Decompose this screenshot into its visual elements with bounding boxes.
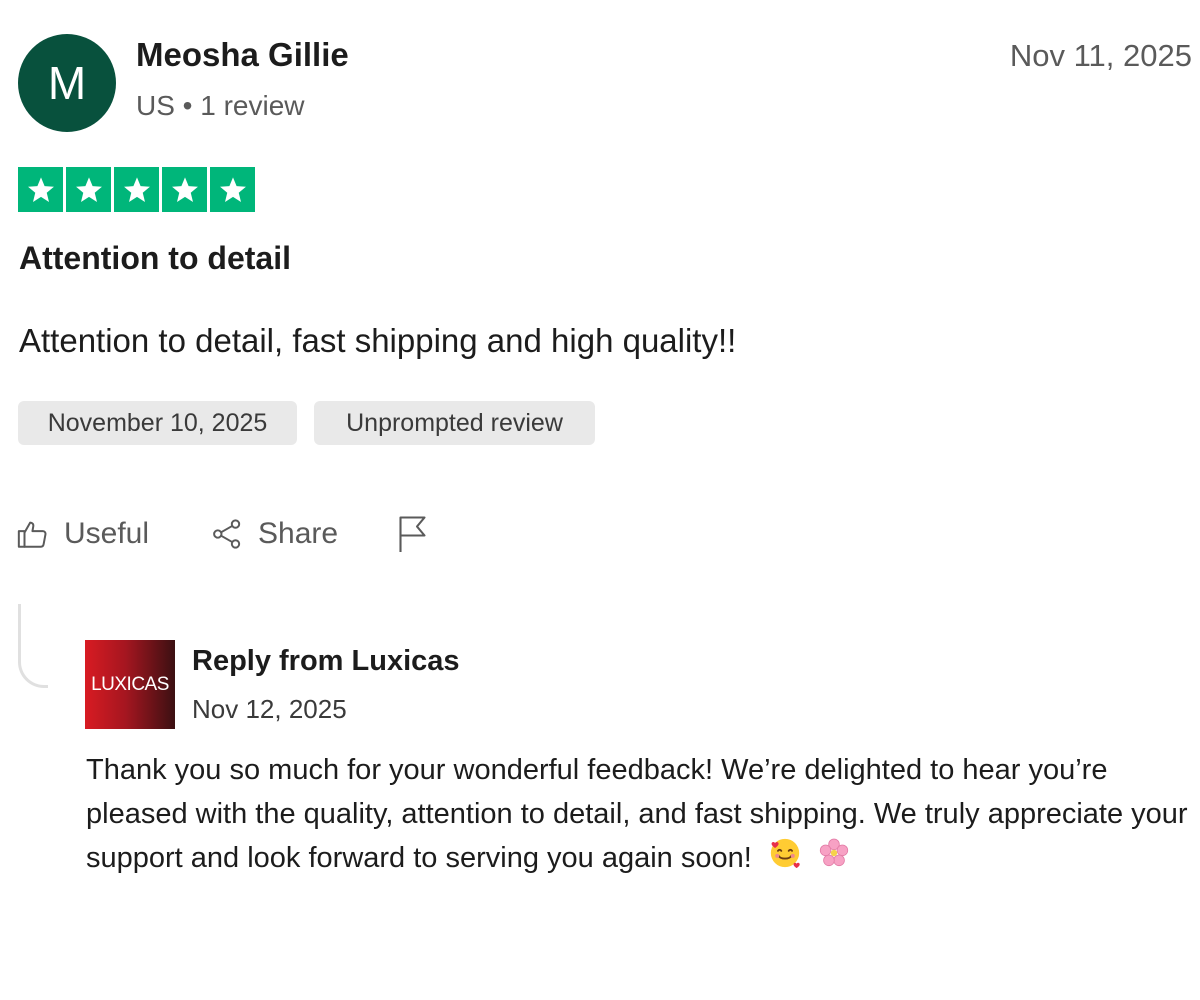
- cherry-blossom-icon: [818, 837, 850, 882]
- company-logo: LUXICAS: [85, 640, 175, 729]
- reviewer-name[interactable]: Meosha Gillie: [136, 36, 349, 74]
- share-button[interactable]: Share: [210, 512, 338, 556]
- reply-date: Nov 12, 2025: [192, 694, 347, 724]
- star-rating: [18, 167, 255, 212]
- review-card: M Meosha Gillie US • 1 review Nov 11, 20…: [0, 0, 1200, 1000]
- star-icon: [210, 167, 255, 212]
- star-icon: [114, 167, 159, 212]
- star-icon: [162, 167, 207, 212]
- flag-icon: [396, 514, 432, 554]
- company-logo-text: LUXICAS: [91, 673, 169, 695]
- avatar-initial: M: [47, 57, 87, 109]
- review-date: Nov 11, 2025: [1009, 38, 1192, 73]
- review-body: Attention to detail, fast shipping and h…: [19, 322, 737, 359]
- reply-body: Thank you so much for your wonderful fee…: [86, 748, 1196, 883]
- share-icon: [210, 517, 244, 551]
- reply-connector-line: [18, 604, 48, 688]
- star-icon: [18, 167, 63, 212]
- reply-text: Thank you so much for your wonderful fee…: [86, 754, 1188, 875]
- review-type-badge[interactable]: Unprompted review: [314, 401, 595, 445]
- smiling-face-with-hearts-icon: [768, 836, 802, 883]
- reply-title: Reply from Luxicas: [192, 645, 460, 677]
- useful-label: Useful: [64, 517, 150, 550]
- experience-date-badge: November 10, 2025: [18, 401, 297, 445]
- report-button[interactable]: [396, 512, 432, 556]
- share-label: Share: [258, 517, 339, 550]
- thumbs-up-icon: [16, 517, 50, 551]
- useful-button[interactable]: Useful: [16, 512, 149, 556]
- reviewer-meta: US • 1 review: [136, 90, 305, 121]
- star-icon: [66, 167, 111, 212]
- review-title[interactable]: Attention to detail: [19, 240, 291, 277]
- avatar[interactable]: M: [18, 34, 116, 132]
